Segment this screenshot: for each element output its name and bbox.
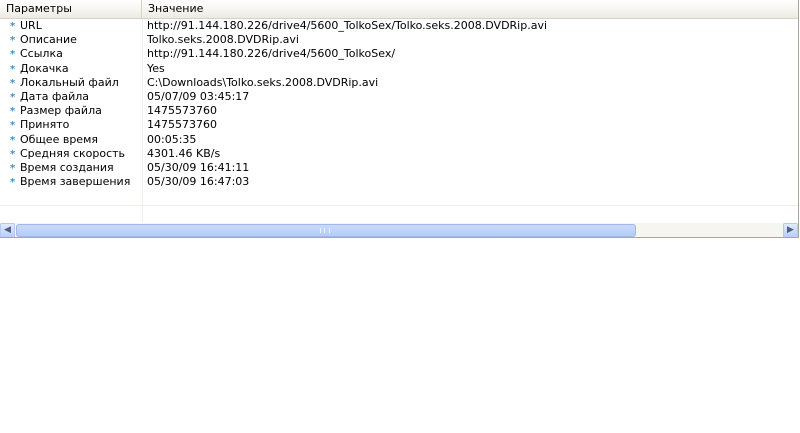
asterisk-icon: * <box>10 91 16 103</box>
table-row[interactable]: * Общее время 00:05:35 <box>0 133 798 147</box>
column-header-parameters-label: Параметры <box>6 2 72 15</box>
parameter-name-cell: * Принято <box>0 118 142 132</box>
table-row[interactable]: * Время создания 05/30/09 16:41:11 <box>0 161 798 175</box>
parameter-value: 05/30/09 16:47:03 <box>147 175 250 189</box>
parameter-name: Размер файла <box>20 104 102 118</box>
table-row[interactable]: * Принято 1475573760 <box>0 118 798 132</box>
scrollbar-grip-icon <box>320 228 330 233</box>
parameter-value: Tolko.seks.2008.DVDRip.avi <box>147 33 299 47</box>
parameter-name: Докачка <box>20 61 69 75</box>
table-row[interactable]: * URL http://91.144.180.226/drive4/5600_To… <box>0 19 798 33</box>
parameter-value: 05/30/09 16:41:11 <box>147 160 250 174</box>
parameter-name: Ссылка <box>20 47 63 61</box>
asterisk-icon: * <box>10 177 16 189</box>
asterisk-icon: * <box>10 162 16 174</box>
parameter-value: http://91.144.180.226/drive4/5600_TolkoS… <box>147 19 548 32</box>
parameter-name: Общее время <box>20 132 98 146</box>
column-header-value-label: Значение <box>148 2 204 15</box>
column-separator <box>142 19 143 222</box>
parameter-name-cell: * Средняя скорость <box>0 147 142 161</box>
parameter-name: Средняя скорость <box>20 146 126 160</box>
table-row[interactable]: * Ссылка http://91.144.180.226/drive4/5600… <box>0 47 798 61</box>
scrollbar-thumb[interactable] <box>16 224 636 237</box>
table-row[interactable]: * Размер файла 1475573760 <box>0 104 798 118</box>
parameter-value: 00:05:35 <box>147 132 197 146</box>
parameter-name: Время завершения <box>20 175 131 189</box>
parameter-name: Время создания <box>20 160 114 174</box>
table-row[interactable]: * Докачка Yes <box>0 62 798 76</box>
parameter-name-cell: * URL <box>0 19 142 33</box>
parameter-value: C:\Downloads\Tolko.seks.2008.DVDRip.avi <box>147 75 379 89</box>
parameter-name-cell: * Ссылка <box>0 47 142 61</box>
parameter-name-cell: * Общее время <box>0 133 142 147</box>
parameter-value: 1475573760 <box>147 104 217 118</box>
parameter-value: 1475573760 <box>147 118 217 132</box>
parameter-value: http://91.144.180.226/drive4/5600_TolkoS… <box>147 47 396 61</box>
parameter-name: Дата файла <box>20 89 90 103</box>
column-header-parameters[interactable]: Параметры <box>0 0 142 18</box>
asterisk-icon: * <box>10 49 16 61</box>
parameter-name-cell: * Время завершения <box>0 175 142 189</box>
parameter-name: Принято <box>20 118 70 132</box>
table-row[interactable]: * Описание Tolko.seks.2008.DVDRip.avi <box>0 33 798 47</box>
properties-rows: * URL http://91.144.180.226/drive4/5600_To… <box>0 19 798 189</box>
parameter-value: Yes <box>147 61 165 75</box>
asterisk-icon: * <box>10 148 16 160</box>
asterisk-icon: * <box>10 21 16 32</box>
scroll-left-button[interactable]: ◀ <box>0 223 15 237</box>
asterisk-icon: * <box>10 63 16 75</box>
arrow-left-icon: ◀ <box>4 225 11 235</box>
parameter-name-cell: * Размер файла <box>0 104 142 118</box>
parameter-value: 05/07/09 03:45:17 <box>147 89 250 103</box>
asterisk-icon: * <box>10 77 16 89</box>
table-row[interactable]: * Дата файла 05/07/09 03:45:17 <box>0 90 798 104</box>
column-header-value[interactable]: Значение <box>142 0 798 18</box>
horizontal-scrollbar[interactable]: ◀ ▶ <box>0 222 798 237</box>
asterisk-icon: * <box>10 134 16 146</box>
properties-listview: Параметры Значение * URL http://91.144.180… <box>0 0 799 238</box>
asterisk-icon: * <box>10 106 16 118</box>
table-row[interactable]: * Средняя скорость 4301.46 KB/s <box>0 147 798 161</box>
parameter-name: Локальный файл <box>20 75 119 89</box>
parameter-name-cell: * Время создания <box>0 161 142 175</box>
parameter-name-cell: * Описание <box>0 33 142 47</box>
table-row[interactable]: * Время завершения 05/30/09 16:47:03 <box>0 175 798 189</box>
parameter-value: 4301.46 KB/s <box>147 146 221 160</box>
empty-row <box>0 205 798 223</box>
parameter-name-cell: * Дата файла <box>0 90 142 104</box>
parameter-name: Описание <box>20 33 77 47</box>
listview-header: Параметры Значение <box>0 0 798 19</box>
parameter-name-cell: * Докачка <box>0 62 142 76</box>
parameter-name: URL <box>20 19 42 32</box>
arrow-right-icon: ▶ <box>787 225 794 235</box>
asterisk-icon: * <box>10 120 16 132</box>
table-row[interactable]: * Локальный файл C:\Downloads\Tolko.seks.2… <box>0 76 798 90</box>
asterisk-icon: * <box>10 35 16 47</box>
scroll-right-button[interactable]: ▶ <box>783 223 798 237</box>
parameter-name-cell: * Локальный файл <box>0 76 142 90</box>
